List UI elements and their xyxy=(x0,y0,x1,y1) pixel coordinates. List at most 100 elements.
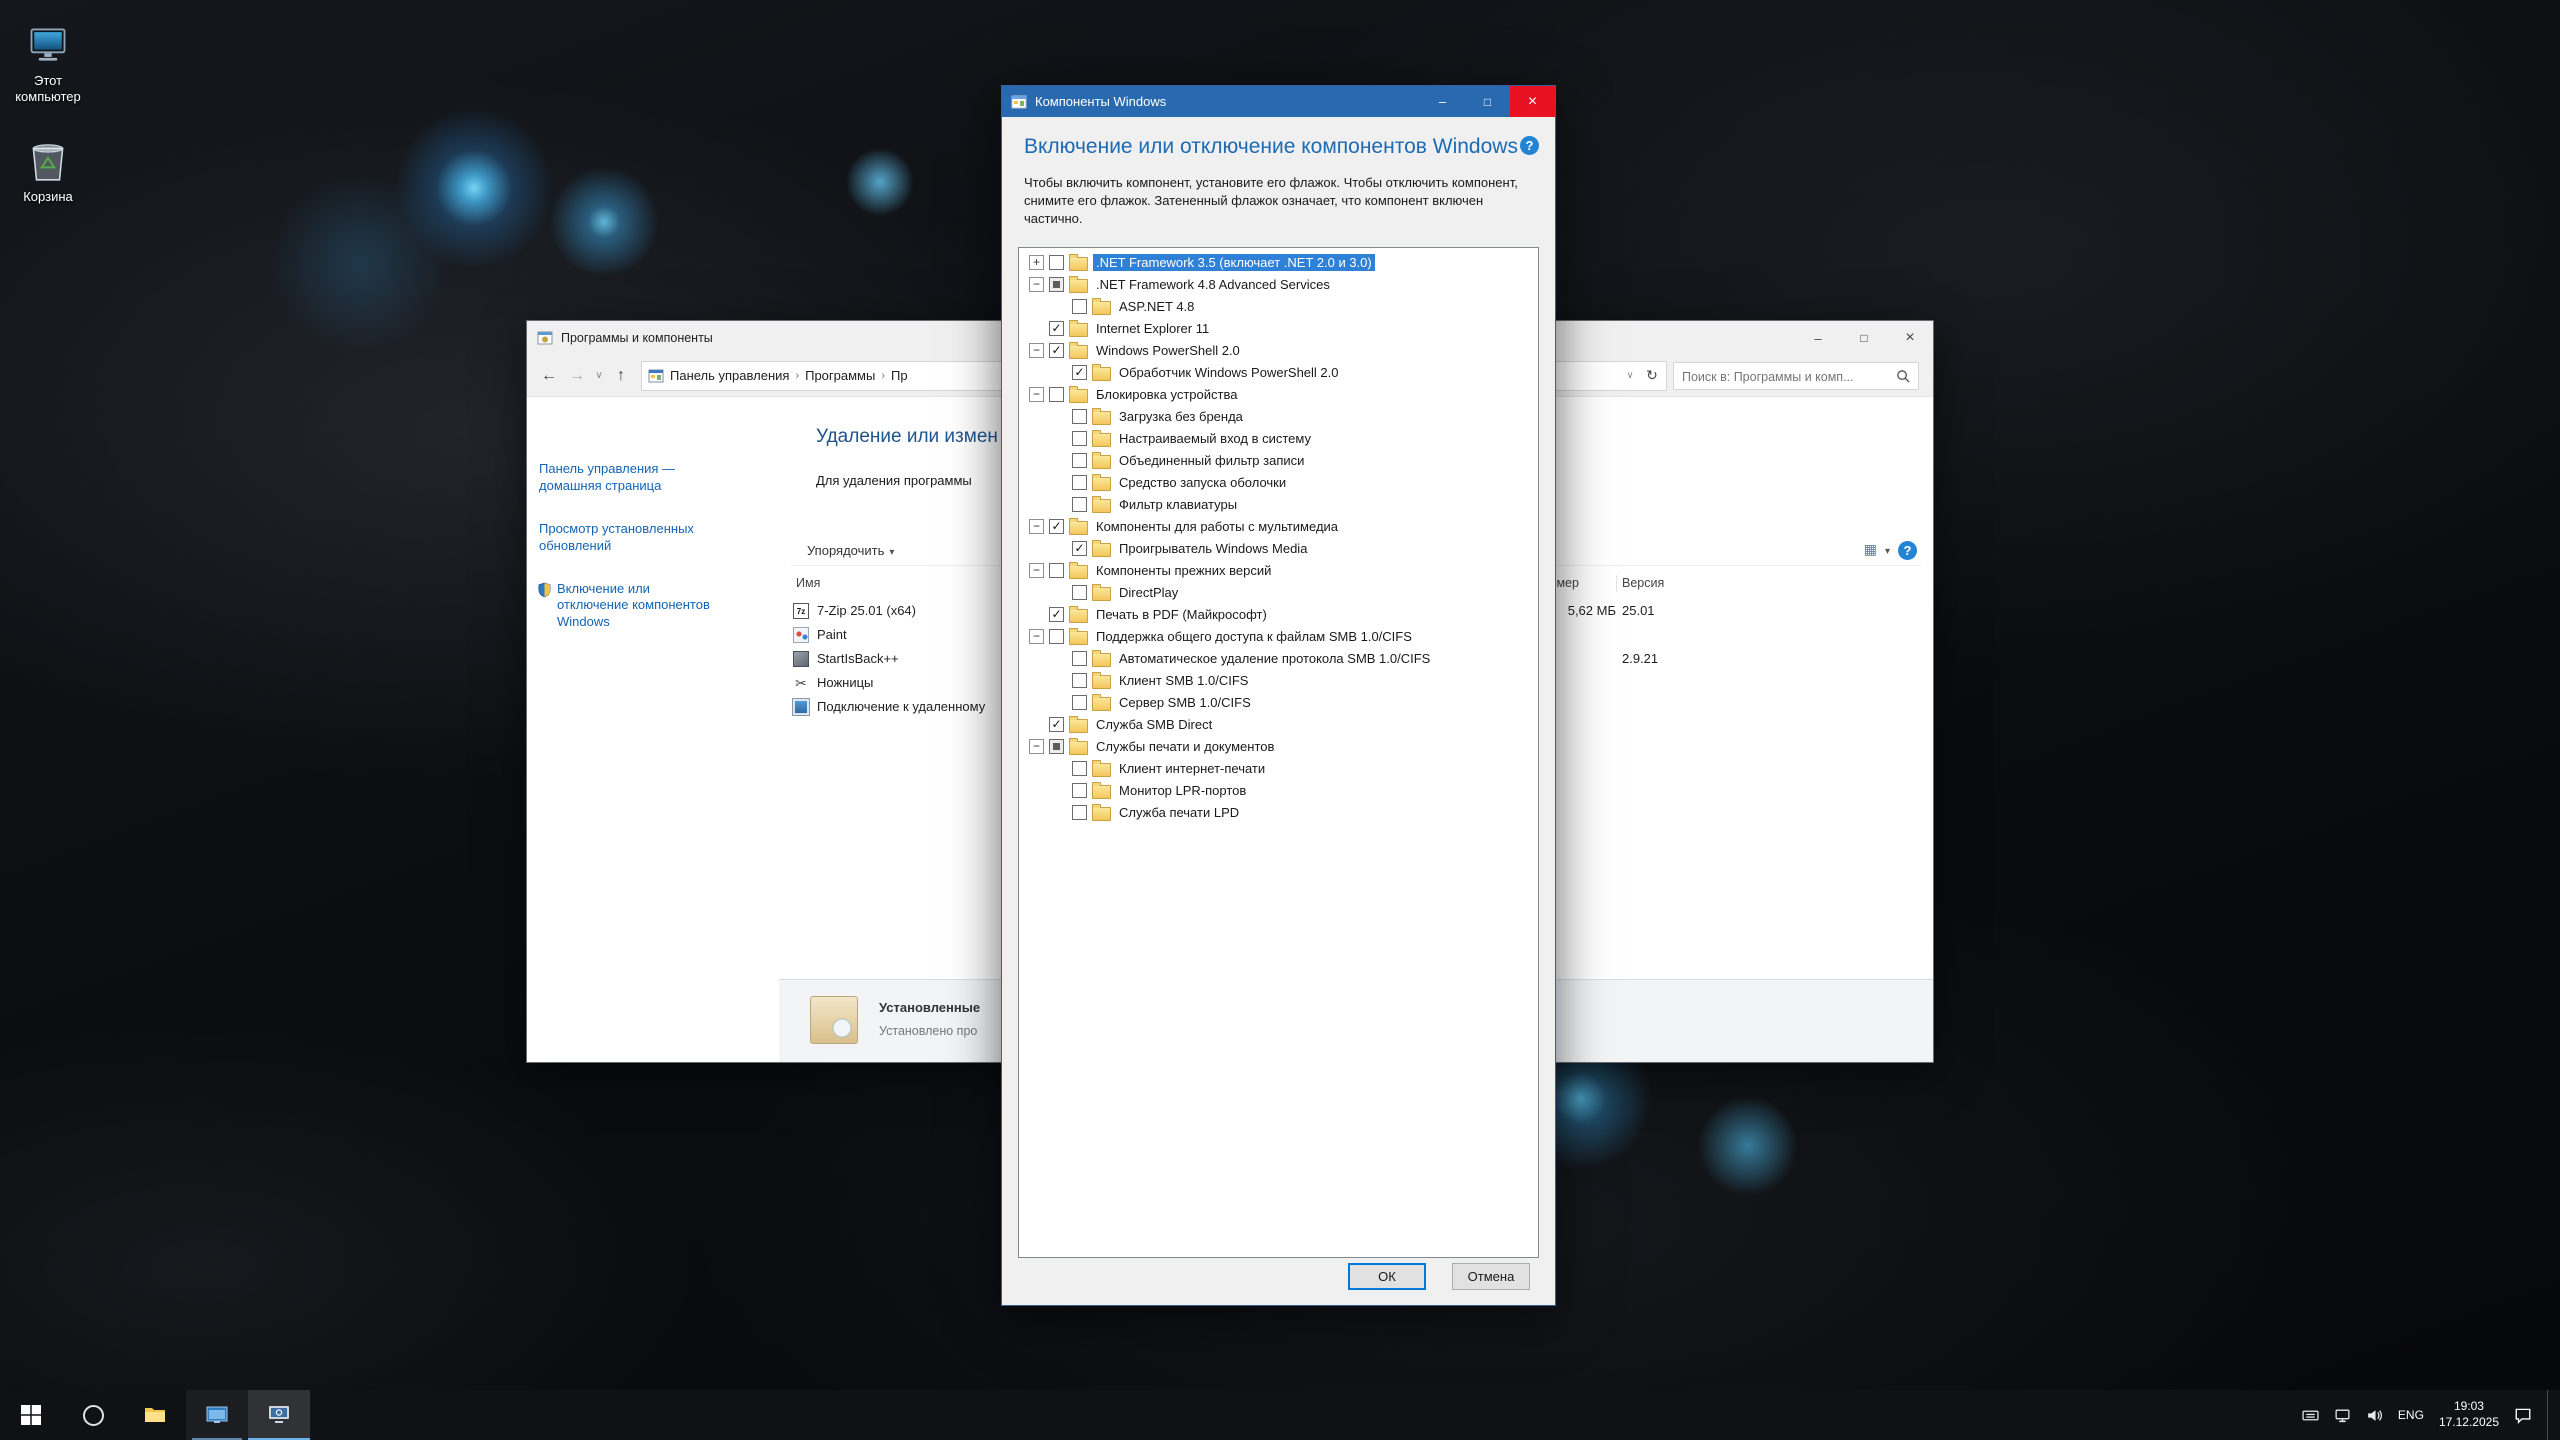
feature-row[interactable]: Средство запуска оболочки xyxy=(1019,471,1538,493)
show-desktop-strip[interactable] xyxy=(2547,1390,2556,1440)
feature-checkbox-partial[interactable] xyxy=(1049,738,1064,754)
feature-checkbox-unchecked[interactable] xyxy=(1072,474,1087,490)
address-dropdown-icon[interactable] xyxy=(1622,362,1638,390)
collapse-icon[interactable]: − xyxy=(1029,518,1044,534)
feature-row[interactable]: Настраиваемый вход в систему xyxy=(1019,427,1538,449)
up-button[interactable] xyxy=(607,362,635,390)
expand-icon[interactable]: + xyxy=(1029,254,1044,270)
feature-row[interactable]: ASP.NET 4.8 xyxy=(1019,295,1538,317)
feature-checkbox-unchecked[interactable] xyxy=(1072,672,1087,688)
feature-checkbox-unchecked[interactable] xyxy=(1072,650,1087,666)
ok-button[interactable]: ОК xyxy=(1348,1263,1426,1290)
taskbar-control-panel-button[interactable] xyxy=(248,1390,310,1440)
feature-row[interactable]: Загрузка без бренда xyxy=(1019,405,1538,427)
feature-row[interactable]: + .NET Framework 3.5 (включает .NET 2.0 и… xyxy=(1019,251,1538,273)
feature-row[interactable]: − .NET Framework 4.8 Advanced Services xyxy=(1019,273,1538,295)
feature-checkbox-unchecked[interactable] xyxy=(1049,386,1064,402)
feature-row[interactable]: Объединенный фильтр записи xyxy=(1019,449,1538,471)
collapse-icon[interactable]: − xyxy=(1029,386,1044,402)
feature-row[interactable]: Служба SMB Direct xyxy=(1019,713,1538,735)
feature-checkbox-unchecked[interactable] xyxy=(1072,584,1087,600)
view-options-icon[interactable] xyxy=(1864,541,1877,559)
collapse-icon[interactable]: − xyxy=(1029,628,1044,644)
breadcrumb-item[interactable]: Панель управления xyxy=(664,368,795,383)
minimize-button[interactable] xyxy=(1795,321,1841,355)
breadcrumb-item[interactable]: Программы xyxy=(799,368,881,383)
language-indicator[interactable]: ENG xyxy=(2398,1408,2424,1422)
collapse-icon[interactable]: − xyxy=(1029,342,1044,358)
cancel-button[interactable]: Отмена xyxy=(1452,1263,1530,1290)
back-button[interactable] xyxy=(535,362,563,390)
maximize-button[interactable] xyxy=(1465,86,1510,117)
help-icon[interactable]: ? xyxy=(1520,136,1539,155)
sidebar-item-control-panel-home[interactable]: Панель управления — домашняя страница xyxy=(539,461,725,495)
feature-row[interactable]: Фильтр клавиатуры xyxy=(1019,493,1538,515)
feature-row[interactable]: − Службы печати и документов xyxy=(1019,735,1538,757)
desktop-icon-recycle-bin[interactable]: Корзина xyxy=(0,138,96,205)
feature-checkbox-unchecked[interactable] xyxy=(1072,496,1087,512)
search-box[interactable] xyxy=(1673,361,1919,391)
feature-checkbox-checked[interactable] xyxy=(1049,606,1064,622)
collapse-icon[interactable]: − xyxy=(1029,562,1044,578)
feature-row[interactable]: Обработчик Windows PowerShell 2.0 xyxy=(1019,361,1538,383)
feature-row[interactable]: − Поддержка общего доступа к файлам SMB 1… xyxy=(1019,625,1538,647)
feature-checkbox-unchecked[interactable] xyxy=(1072,408,1087,424)
collapse-icon[interactable]: − xyxy=(1029,276,1044,292)
chevron-down-icon[interactable] xyxy=(1885,541,1890,559)
feature-checkbox-unchecked[interactable] xyxy=(1072,782,1087,798)
feature-checkbox-checked[interactable] xyxy=(1049,342,1064,358)
help-icon[interactable]: ? xyxy=(1898,540,1917,560)
feature-checkbox-checked[interactable] xyxy=(1072,364,1087,380)
feature-row[interactable]: − Блокировка устройства xyxy=(1019,383,1538,405)
feature-checkbox-checked[interactable] xyxy=(1049,320,1064,336)
taskbar-app-button[interactable] xyxy=(186,1390,248,1440)
collapse-icon[interactable]: − xyxy=(1029,738,1044,754)
feature-checkbox-unchecked[interactable] xyxy=(1049,562,1064,578)
feature-row[interactable]: − Компоненты прежних версий xyxy=(1019,559,1538,581)
maximize-button[interactable] xyxy=(1841,321,1887,355)
feature-row[interactable]: Печать в PDF (Майкрософт) xyxy=(1019,603,1538,625)
feature-checkbox-checked[interactable] xyxy=(1049,518,1064,534)
organize-button[interactable]: Упорядочить xyxy=(799,540,902,561)
feature-checkbox-unchecked[interactable] xyxy=(1072,694,1087,710)
clock[interactable]: 19:03 17.12.2025 xyxy=(2439,1399,2499,1430)
feature-checkbox-unchecked[interactable] xyxy=(1072,804,1087,820)
column-version[interactable]: Версия xyxy=(1622,576,1664,590)
feature-checkbox-unchecked[interactable] xyxy=(1049,628,1064,644)
volume-icon[interactable] xyxy=(2366,1407,2383,1424)
minimize-button[interactable] xyxy=(1420,86,1465,117)
feature-row[interactable]: Internet Explorer 11 xyxy=(1019,317,1538,339)
forward-button[interactable] xyxy=(563,362,591,390)
action-center-icon[interactable] xyxy=(2514,1406,2532,1424)
network-icon[interactable] xyxy=(2334,1407,2351,1424)
feature-row[interactable]: − Windows PowerShell 2.0 xyxy=(1019,339,1538,361)
feature-row[interactable]: Автоматическое удаление протокола SMB 1.… xyxy=(1019,647,1538,669)
refresh-button[interactable] xyxy=(1638,362,1666,390)
feature-row[interactable]: − Компоненты для работы с мультимедиа xyxy=(1019,515,1538,537)
feature-row[interactable]: Проигрыватель Windows Media xyxy=(1019,537,1538,559)
sidebar-item-installed-updates[interactable]: Просмотр установленных обновлений xyxy=(539,521,725,555)
feature-row[interactable]: Клиент SMB 1.0/CIFS xyxy=(1019,669,1538,691)
taskbar-file-explorer-button[interactable] xyxy=(124,1390,186,1440)
touch-keyboard-icon[interactable] xyxy=(2302,1407,2319,1424)
dialog-titlebar[interactable]: Компоненты Windows xyxy=(1002,86,1555,117)
desktop-icon-this-pc[interactable]: Этот компьютер xyxy=(0,22,96,104)
feature-checkbox-unchecked[interactable] xyxy=(1072,760,1087,776)
feature-row[interactable]: Служба печати LPD xyxy=(1019,801,1538,823)
close-button[interactable] xyxy=(1510,86,1555,117)
history-dropdown-icon[interactable] xyxy=(591,362,607,390)
feature-checkbox-partial[interactable] xyxy=(1049,276,1064,292)
search-input[interactable] xyxy=(1680,362,1889,391)
feature-checkbox-unchecked[interactable] xyxy=(1072,430,1087,446)
breadcrumb-item[interactable]: Пр xyxy=(885,368,914,383)
feature-row[interactable]: Клиент интернет-печати xyxy=(1019,757,1538,779)
feature-row[interactable]: DirectPlay xyxy=(1019,581,1538,603)
feature-checkbox-unchecked[interactable] xyxy=(1049,254,1064,270)
sidebar-item-windows-features[interactable]: Включение или отключение компонентов Win… xyxy=(538,581,725,632)
start-button[interactable] xyxy=(0,1390,62,1440)
close-button[interactable] xyxy=(1887,321,1933,355)
feature-checkbox-checked[interactable] xyxy=(1049,716,1064,732)
feature-checkbox-unchecked[interactable] xyxy=(1072,452,1087,468)
feature-checkbox-unchecked[interactable] xyxy=(1072,298,1087,314)
feature-row[interactable]: Сервер SMB 1.0/CIFS xyxy=(1019,691,1538,713)
